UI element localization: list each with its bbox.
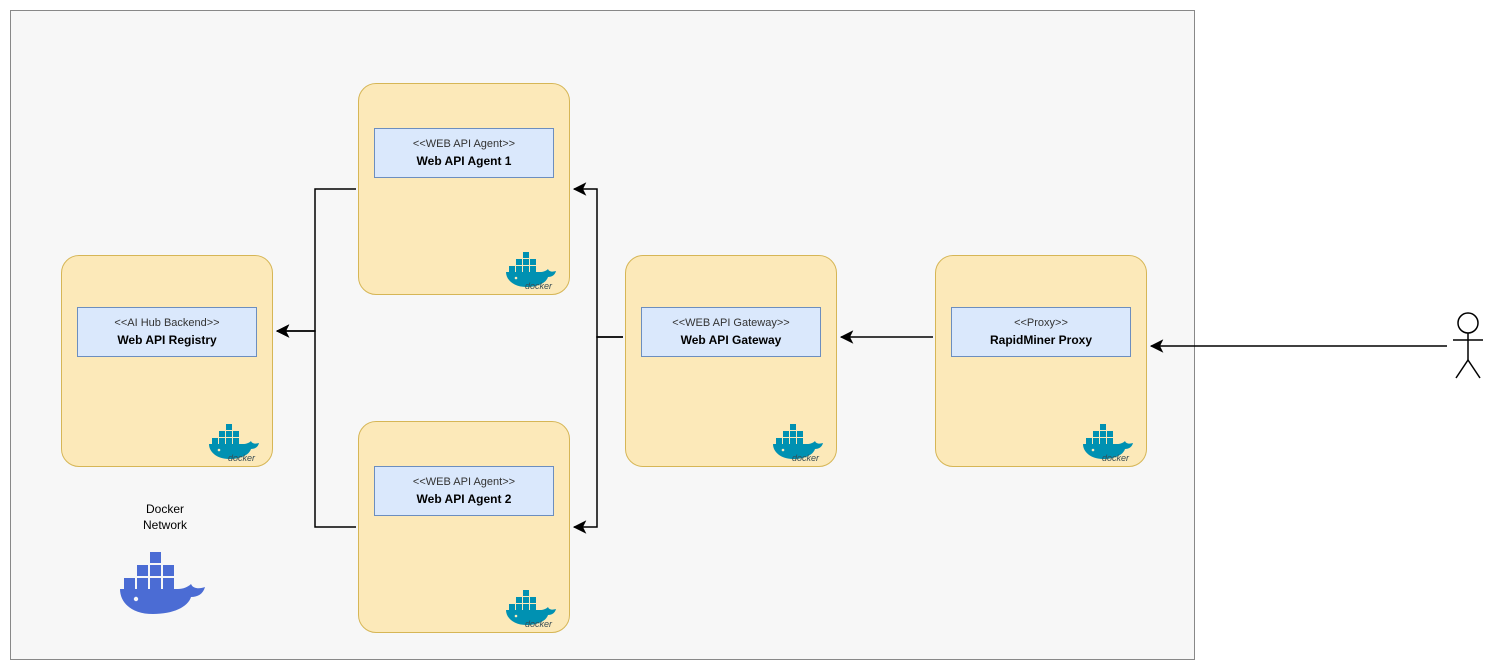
container-registry: <<AI Hub Backend>> Web API Registry dock… xyxy=(61,255,273,467)
component-name: Web API Agent 1 xyxy=(417,154,512,168)
docker-icon: docker xyxy=(770,420,830,460)
container-agent-1: <<WEB API Agent>> Web API Agent 1 docker xyxy=(358,83,570,295)
docker-icon: docker xyxy=(1080,420,1140,460)
container-agent-2: <<WEB API Agent>> Web API Agent 2 docker xyxy=(358,421,570,633)
component-proxy: <<Proxy>> RapidMiner Proxy xyxy=(951,307,1131,357)
docker-logo-large xyxy=(118,548,210,620)
docker-icon-label: docker xyxy=(525,281,552,291)
docker-network-label: Docker Network xyxy=(105,502,225,533)
docker-icon-label: docker xyxy=(228,453,255,463)
docker-icon: docker xyxy=(206,420,266,460)
stereotype-label: <<WEB API Agent>> xyxy=(413,476,515,488)
stereotype-label: <<AI Hub Backend>> xyxy=(114,317,219,329)
docker-icon-label: docker xyxy=(525,619,552,629)
docker-icon-label: docker xyxy=(792,453,819,463)
component-gateway: <<WEB API Gateway>> Web API Gateway xyxy=(641,307,821,357)
container-proxy: <<Proxy>> RapidMiner Proxy docker xyxy=(935,255,1147,467)
stereotype-label: <<Proxy>> xyxy=(1014,317,1068,329)
docker-icon: docker xyxy=(503,248,563,288)
component-agent-1: <<WEB API Agent>> Web API Agent 1 xyxy=(374,128,554,178)
stereotype-label: <<WEB API Gateway>> xyxy=(672,317,789,329)
network-label-line-2: Network xyxy=(143,518,187,532)
container-gateway: <<WEB API Gateway>> Web API Gateway dock… xyxy=(625,255,837,467)
component-name: Web API Agent 2 xyxy=(417,492,512,506)
component-agent-2: <<WEB API Agent>> Web API Agent 2 xyxy=(374,466,554,516)
component-name: Web API Gateway xyxy=(681,333,782,347)
docker-icon: docker xyxy=(503,586,563,626)
component-name: Web API Registry xyxy=(117,333,216,347)
component-registry: <<AI Hub Backend>> Web API Registry xyxy=(77,307,257,357)
network-label-line-1: Docker xyxy=(146,502,184,516)
docker-icon-label: docker xyxy=(1102,453,1129,463)
stereotype-label: <<WEB API Agent>> xyxy=(413,138,515,150)
diagram-canvas: <<AI Hub Backend>> Web API Registry dock… xyxy=(0,0,1491,662)
component-name: RapidMiner Proxy xyxy=(990,333,1092,347)
